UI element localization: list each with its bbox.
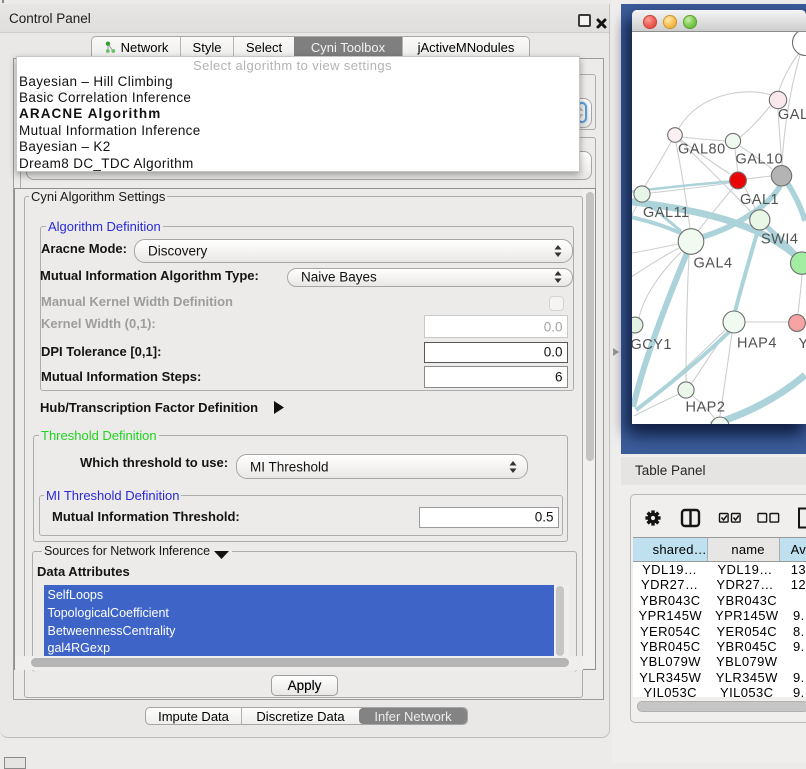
svg-text:HAP4: HAP4 <box>737 336 777 352</box>
svg-text:HAP2: HAP2 <box>686 400 726 416</box>
svg-text:SWI4: SWI4 <box>761 232 798 248</box>
svg-text:GAL7: GAL7 <box>778 107 806 123</box>
svg-text:GAL80: GAL80 <box>678 142 726 158</box>
svg-text:GCY1: GCY1 <box>632 337 672 353</box>
svg-text:GAL1: GAL1 <box>740 192 779 208</box>
svg-text:GAL4: GAL4 <box>694 256 733 272</box>
svg-text:GAL11: GAL11 <box>643 205 690 221</box>
svg-text:Y: Y <box>799 336 806 352</box>
svg-text:GAL10: GAL10 <box>736 152 784 168</box>
